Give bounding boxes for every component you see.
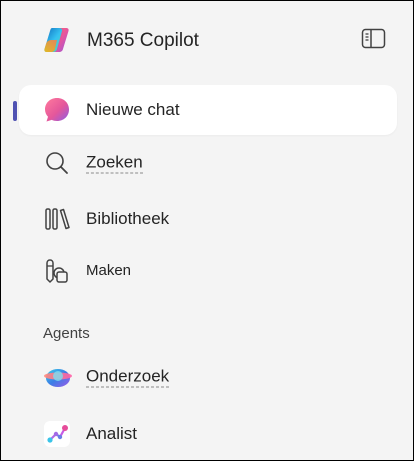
nav-item-label: Maken (86, 262, 132, 279)
nav-item-library[interactable]: Bibliotheek (19, 194, 397, 244)
sidebar-toggle-icon[interactable] (359, 25, 389, 53)
sidebar-header: M365 Copilot (1, 1, 413, 79)
new-chat-icon (43, 96, 71, 124)
analyst-agent-icon (43, 420, 71, 448)
nav-item-new-chat[interactable]: Nieuwe chat (19, 85, 397, 135)
agent-item-analist[interactable]: Analist (19, 409, 397, 459)
create-icon (43, 257, 71, 285)
nav-item-search[interactable]: Zoeken (19, 138, 397, 188)
search-icon (43, 149, 71, 177)
nav-item-label: Onderzoek (86, 366, 170, 388)
nav-item-label: Nieuwe chat (86, 100, 180, 119)
agents-heading: Agents (43, 325, 90, 342)
nav-item-label: Analist (86, 424, 138, 443)
nav-item-create[interactable]: Maken (19, 246, 397, 296)
copilot-logo-icon (43, 25, 73, 55)
nav-item-label: Zoeken (86, 152, 143, 174)
agent-item-onderzoek[interactable]: Onderzoek (19, 352, 397, 402)
active-indicator (13, 101, 17, 121)
researcher-agent-icon (43, 363, 72, 391)
nav-item-label: Bibliotheek (86, 209, 170, 228)
app-title: M365 Copilot (87, 30, 199, 51)
library-icon (43, 205, 71, 233)
copilot-sidebar: M365 Copilot Nieuwe chat Zoeken Biblioth… (0, 0, 414, 461)
